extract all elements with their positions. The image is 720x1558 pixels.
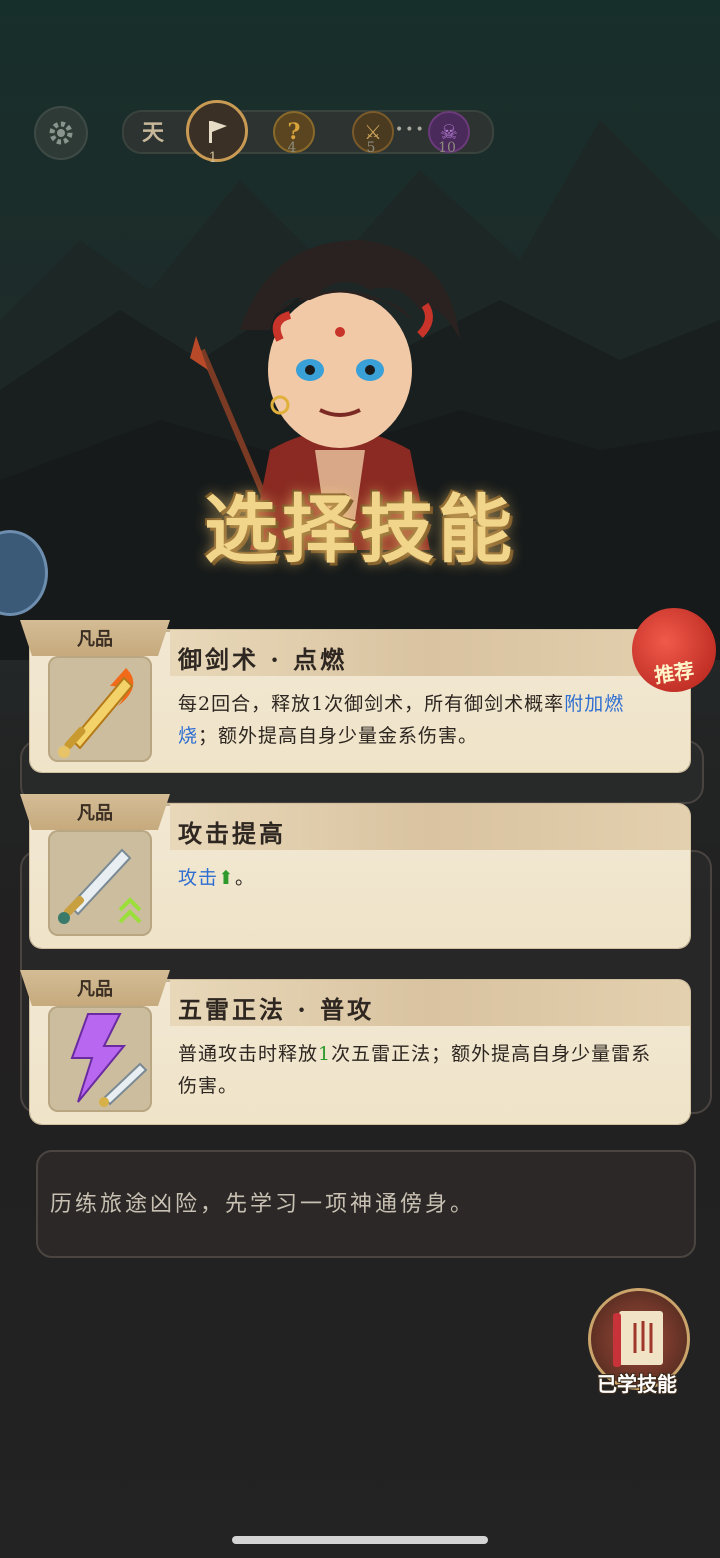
skill-name: 御剑术 · 点燃 [178, 645, 348, 674]
skill-card[interactable]: 凡品 五雷正法 · 普攻 普通攻击时释放1次五雷正法；额外提高自身少量雷系伤害。 [20, 970, 690, 1124]
stage-dots: ••• [395, 122, 426, 138]
skill-description: 每2回合，释放1次御剑术，所有御剑术概率附加燃烧；额外提高自身少量金系伤害。 [178, 688, 662, 752]
stage-label-10: 10 [438, 140, 456, 156]
home-indicator[interactable] [232, 1536, 488, 1544]
stage-label-1: 1 [208, 150, 218, 166]
desc-text: ；额外提高自身少量金系伤害。 [198, 725, 479, 747]
up-arrow-icon: ⬆ [218, 867, 235, 889]
learned-skills-button[interactable]: 已学技能 [582, 1288, 692, 1408]
rarity-label: 凡品 [77, 629, 113, 650]
settings-button[interactable] [34, 106, 88, 160]
stage-label-4: 4 [287, 140, 297, 156]
rarity-label: 凡品 [77, 803, 113, 824]
skill-name: 攻击提高 [178, 819, 286, 848]
skill-icon-box [48, 830, 152, 936]
hint-text: 历练旅途凶险，先学习一项神通傍身。 [50, 1192, 476, 1217]
skill-card[interactable]: 凡品 攻击提高 攻击⬆。 [20, 794, 690, 948]
skill-icon-box [48, 656, 152, 762]
rarity-tag: 凡品 [20, 794, 170, 830]
skill-description: 普通攻击时释放1次五雷正法；额外提高自身少量雷系伤害。 [178, 1038, 662, 1102]
gear-icon [49, 121, 73, 145]
desc-text: 。 [234, 867, 255, 889]
skill-description: 攻击⬆。 [178, 862, 662, 894]
title-banner: 选择技能 [170, 470, 550, 580]
sky-stage-icon: 天 [141, 120, 164, 146]
desc-text: 每2回合，释放1次御剑术，所有御剑术概率 [178, 693, 565, 715]
sword-upgrade-icon [58, 848, 142, 924]
desc-text: 普通攻击时释放 [178, 1043, 319, 1065]
flag-icon [209, 121, 227, 143]
rarity-tag: 凡品 [20, 620, 170, 656]
recommend-badge: 推荐 [632, 608, 716, 692]
stage-label-5: 5 [366, 140, 376, 156]
recommend-label: 推荐 [652, 658, 696, 688]
flaming-sword-icon [58, 668, 134, 758]
skill-icon-box [48, 1006, 152, 1112]
desc-highlight: 1 [318, 1043, 332, 1065]
learned-skills-label: 已学技能 [597, 1372, 677, 1396]
skill-card[interactable]: 凡品 御剑术 · 点燃 每2回合，释放1次御剑术，所有御剑术概率附加燃烧；额外提… [20, 620, 690, 772]
desc-highlight: 攻击 [178, 867, 219, 889]
rarity-label: 凡品 [77, 979, 113, 1000]
page-title: 选择技能 [204, 487, 516, 573]
rarity-tag: 凡品 [20, 970, 170, 1006]
skill-name: 五雷正法 · 普攻 [178, 995, 375, 1024]
lightning-sword-icon [70, 1013, 148, 1107]
